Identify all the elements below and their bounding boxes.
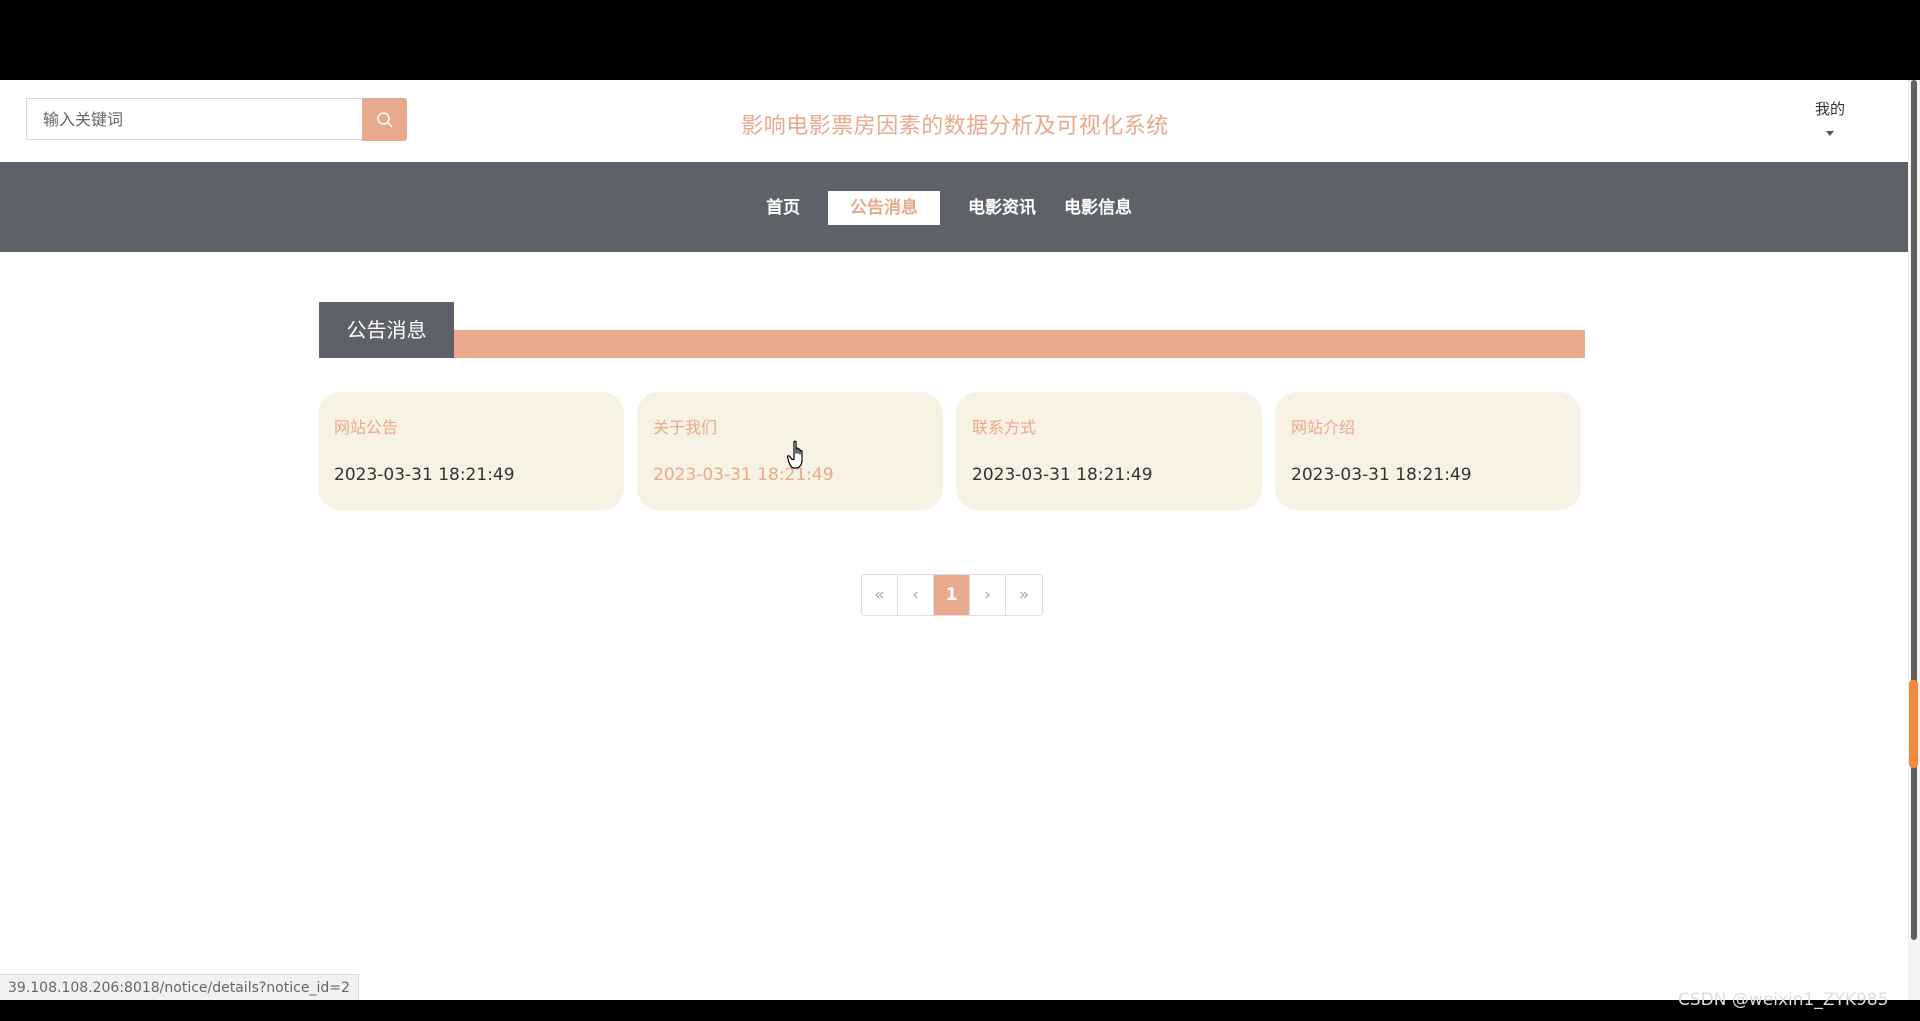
user-menu[interactable]: 我的: [1790, 98, 1870, 136]
nav-item-movie-news[interactable]: 电影资讯: [954, 191, 1050, 225]
section-title: 公告消息: [319, 302, 454, 358]
notice-title: 网站介绍: [1291, 418, 1356, 437]
pagination-current-page[interactable]: 1: [934, 575, 970, 615]
scrollbar-indicator: [1909, 680, 1918, 768]
scrollbar[interactable]: [1908, 80, 1920, 1000]
search-field[interactable]: [26, 98, 362, 140]
search-icon: [376, 111, 393, 128]
bottom-black-bar: [0, 1000, 1920, 1021]
nav-item-notices[interactable]: 公告消息: [828, 191, 940, 225]
top-black-bar: [0, 0, 1920, 80]
pagination: « ‹ 1 › »: [861, 574, 1043, 616]
notice-card[interactable]: 网站介绍 2023-03-31 18:21:49: [1275, 392, 1581, 510]
user-menu-label: 我的: [1814, 100, 1845, 118]
header: 影响电影票房因素的数据分析及可视化系统 我的: [0, 80, 1908, 162]
notice-date: 2023-03-31 18:21:49: [334, 465, 515, 485]
nav-item-home[interactable]: 首页: [752, 191, 814, 225]
pagination-prev-button[interactable]: ‹: [898, 575, 934, 615]
nav-item-movie-info[interactable]: 电影信息: [1050, 191, 1146, 225]
pagination-first-button[interactable]: «: [862, 575, 898, 615]
section-divider: [454, 330, 1585, 358]
watermark: CSDN @weixin1_ZYK985: [1678, 990, 1889, 1010]
pagination-next-button[interactable]: ›: [970, 575, 1006, 615]
notice-card[interactable]: 联系方式 2023-03-31 18:21:49: [956, 392, 1262, 510]
hand-cursor-icon: [787, 440, 803, 469]
notice-title: 联系方式: [972, 418, 1037, 437]
page: 影响电影票房因素的数据分析及可视化系统 我的 首页 公告消息 电影资讯 电影信息…: [0, 80, 1908, 1000]
caret-down-icon: [1826, 131, 1834, 136]
status-bar-url: 39.108.108.206:8018/notice/details?notic…: [0, 974, 359, 1000]
notice-date: 2023-03-31 18:21:49: [972, 465, 1153, 485]
notice-title: 网站公告: [334, 418, 399, 437]
notice-title: 关于我们: [653, 418, 718, 437]
main-nav: 首页 公告消息 电影资讯 电影信息: [0, 162, 1908, 252]
search-button[interactable]: [362, 98, 407, 141]
search-input[interactable]: [41, 108, 362, 130]
section-header: 公告消息: [319, 302, 1585, 358]
scrollbar-thumb[interactable]: [1911, 80, 1917, 940]
notice-list: 网站公告 2023-03-31 18:21:49 关于我们 2023-03-31…: [318, 392, 1594, 510]
notice-date: 2023-03-31 18:21:49: [1291, 465, 1472, 485]
site-title: 影响电影票房因素的数据分析及可视化系统: [741, 114, 1169, 139]
pagination-last-button[interactable]: »: [1006, 575, 1042, 615]
notice-card[interactable]: 网站公告 2023-03-31 18:21:49: [318, 392, 624, 510]
